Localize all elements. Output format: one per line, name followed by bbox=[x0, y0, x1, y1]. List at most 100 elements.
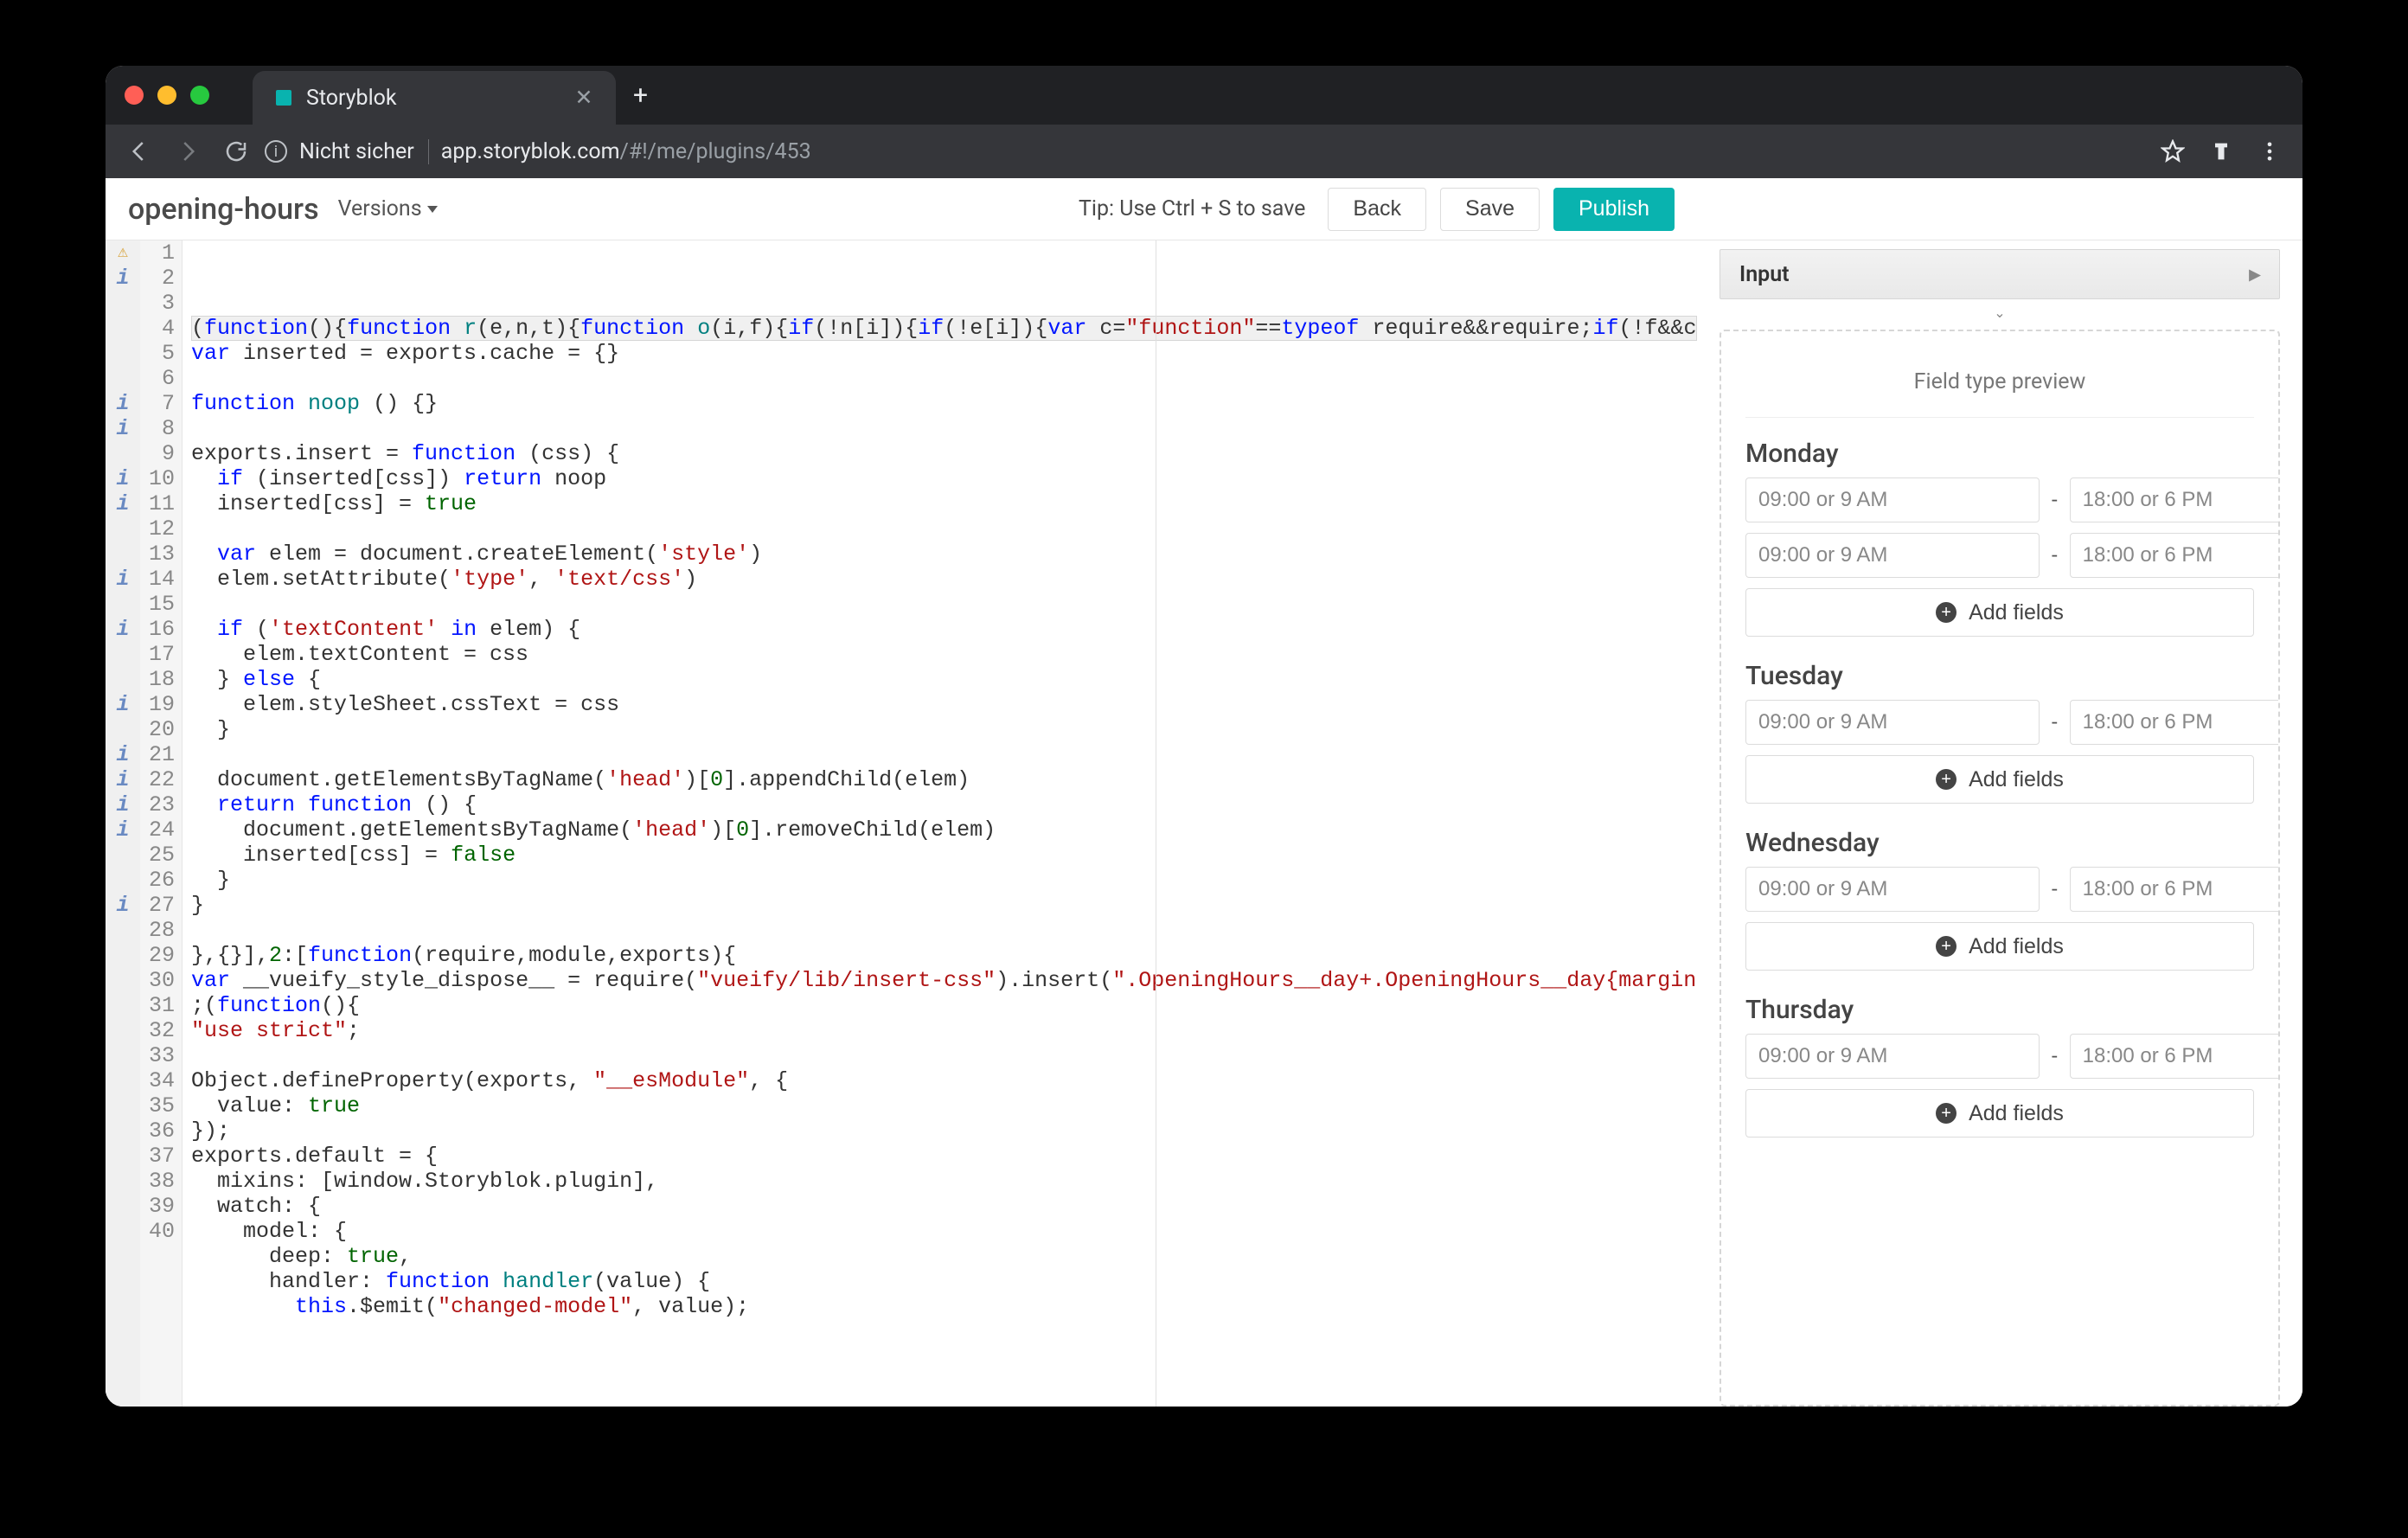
add-fields-button[interactable]: +Add fields bbox=[1745, 755, 2254, 804]
code-line[interactable]: if (inserted[css]) return noop bbox=[191, 466, 1697, 491]
open-time-input[interactable] bbox=[1745, 477, 2040, 522]
code-line[interactable]: } bbox=[191, 717, 1697, 742]
back-icon[interactable] bbox=[126, 138, 152, 164]
open-time-input[interactable] bbox=[1745, 867, 2040, 912]
close-time-input[interactable] bbox=[2070, 700, 2280, 745]
reload-icon[interactable] bbox=[223, 138, 249, 164]
editor-gutter: ⚠iiiiiiiiiiiii 1234567891011121314151617… bbox=[106, 240, 183, 1407]
code-line[interactable]: ;(function(){ bbox=[191, 993, 1697, 1018]
code-line[interactable] bbox=[191, 516, 1697, 542]
code-line[interactable]: document.getElementsByTagName('head')[0]… bbox=[191, 817, 1697, 843]
code-line[interactable]: document.getElementsByTagName('head')[0]… bbox=[191, 767, 1697, 792]
plus-icon: + bbox=[1936, 936, 1956, 957]
not-secure-label: Nicht sicher bbox=[299, 139, 429, 164]
code-line[interactable]: elem.styleSheet.cssText = css bbox=[191, 692, 1697, 717]
extensions-icon[interactable] bbox=[2209, 139, 2233, 163]
input-panel-header[interactable]: Input ▸ bbox=[1720, 249, 2280, 299]
code-line[interactable]: this.$emit("changed-model", value); bbox=[191, 1294, 1697, 1319]
versions-dropdown[interactable]: Versions bbox=[338, 196, 438, 221]
open-time-input[interactable] bbox=[1745, 700, 2040, 745]
code-line[interactable]: inserted[css] = true bbox=[191, 491, 1697, 516]
code-line[interactable]: inserted[css] = false bbox=[191, 843, 1697, 868]
code-line[interactable]: function noop () {} bbox=[191, 391, 1697, 416]
back-button[interactable]: Back bbox=[1328, 188, 1426, 231]
dash: - bbox=[2048, 877, 2061, 901]
close-tab-icon[interactable]: ✕ bbox=[573, 87, 595, 109]
input-panel-label: Input bbox=[1739, 262, 1790, 287]
code-editor[interactable]: ⚠iiiiiiiiiiiii 1234567891011121314151617… bbox=[106, 240, 1697, 1407]
code-line[interactable]: model: { bbox=[191, 1219, 1697, 1244]
dash: - bbox=[2048, 543, 2061, 567]
code-line[interactable]: var __vueify_style_dispose__ = require("… bbox=[191, 968, 1697, 993]
code-line[interactable]: if ('textContent' in elem) { bbox=[191, 617, 1697, 642]
collapse-icon[interactable]: ⌄ bbox=[1697, 304, 2302, 321]
time-row: - bbox=[1745, 1034, 2254, 1079]
maximize-window-icon[interactable] bbox=[190, 86, 209, 105]
day-block: Wednesday - + Add fields bbox=[1745, 828, 2254, 971]
add-fields-label: Add fields bbox=[1969, 934, 2064, 959]
code-line[interactable]: (function(){function r(e,n,t){function o… bbox=[191, 316, 1697, 341]
code-line[interactable] bbox=[191, 1043, 1697, 1068]
code-line[interactable] bbox=[191, 742, 1697, 767]
code-body[interactable]: (function(){function r(e,n,t){function o… bbox=[183, 240, 1697, 1407]
day-block: Thursday - +Add fields bbox=[1745, 995, 2254, 1137]
minimize-window-icon[interactable] bbox=[157, 86, 176, 105]
code-line[interactable]: return function () { bbox=[191, 792, 1697, 817]
code-line[interactable] bbox=[191, 592, 1697, 617]
code-line[interactable]: } else { bbox=[191, 667, 1697, 692]
day-name: Tuesday bbox=[1745, 661, 2254, 691]
chevron-down-icon bbox=[427, 206, 438, 213]
code-line[interactable]: "use strict"; bbox=[191, 1018, 1697, 1043]
day-name: Thursday bbox=[1745, 995, 2254, 1025]
code-line[interactable]: elem.textContent = css bbox=[191, 642, 1697, 667]
code-line[interactable]: exports.default = { bbox=[191, 1144, 1697, 1169]
tab-bar: Storyblok ✕ + bbox=[106, 66, 2302, 125]
close-window-icon[interactable] bbox=[125, 86, 144, 105]
code-line[interactable]: var inserted = exports.cache = {} bbox=[191, 341, 1697, 366]
code-line[interactable]: exports.insert = function (css) { bbox=[191, 441, 1697, 466]
add-fields-button[interactable]: + Add fields bbox=[1745, 922, 2254, 971]
code-line[interactable]: watch: { bbox=[191, 1194, 1697, 1219]
code-line[interactable]: } bbox=[191, 868, 1697, 893]
site-info-icon[interactable]: i bbox=[265, 140, 287, 163]
browser-tab[interactable]: Storyblok ✕ bbox=[253, 71, 616, 125]
forward-icon[interactable] bbox=[175, 138, 201, 164]
code-line[interactable]: mixins: [window.Storyblok.plugin], bbox=[191, 1169, 1697, 1194]
close-time-input[interactable] bbox=[2070, 1034, 2280, 1079]
day-block: Monday--+Add fields bbox=[1745, 439, 2254, 637]
open-time-input[interactable] bbox=[1745, 533, 2040, 578]
code-line[interactable]: elem.setAttribute('type', 'text/css') bbox=[191, 567, 1697, 592]
code-line[interactable]: var elem = document.createElement('style… bbox=[191, 542, 1697, 567]
open-time-input[interactable] bbox=[1745, 1034, 2040, 1079]
close-time-input[interactable] bbox=[2070, 867, 2280, 912]
code-line[interactable]: value: true bbox=[191, 1093, 1697, 1118]
day-block: Tuesday-+Add fields bbox=[1745, 661, 2254, 804]
code-line[interactable] bbox=[191, 918, 1697, 943]
day-name: Wednesday bbox=[1745, 828, 2254, 858]
code-line[interactable]: }); bbox=[191, 1118, 1697, 1144]
address-field[interactable]: i Nicht sicher app.storyblok.com/#!/me/p… bbox=[265, 139, 2145, 164]
save-button[interactable]: Save bbox=[1440, 188, 1540, 231]
menu-icon[interactable] bbox=[2258, 139, 2282, 163]
code-line[interactable]: deep: true, bbox=[191, 1244, 1697, 1269]
dash: - bbox=[2048, 488, 2061, 512]
add-fields-button[interactable]: +Add fields bbox=[1745, 588, 2254, 637]
code-line[interactable]: },{}],2:[function(require,module,exports… bbox=[191, 943, 1697, 968]
close-time-input[interactable] bbox=[2070, 533, 2280, 578]
code-line[interactable]: handler: function handler(value) { bbox=[191, 1269, 1697, 1294]
storyblok-favicon bbox=[273, 87, 294, 108]
time-row: - bbox=[1745, 533, 2254, 578]
code-line[interactable]: } bbox=[191, 893, 1697, 918]
add-fields-label: Add fields bbox=[1969, 600, 2064, 625]
browser-window: Storyblok ✕ + i Nicht sicher app.storybl… bbox=[106, 66, 2302, 1407]
code-line[interactable] bbox=[191, 416, 1697, 441]
page-header: opening-hours Versions Tip: Use Ctrl + S… bbox=[106, 178, 1697, 240]
publish-button[interactable]: Publish bbox=[1553, 188, 1675, 231]
new-tab-icon[interactable]: + bbox=[633, 80, 648, 111]
add-fields-button[interactable]: +Add fields bbox=[1745, 1089, 2254, 1137]
code-line[interactable] bbox=[191, 366, 1697, 391]
close-time-input[interactable] bbox=[2070, 477, 2280, 522]
star-icon[interactable] bbox=[2161, 139, 2185, 163]
versions-label: Versions bbox=[338, 196, 422, 221]
code-line[interactable]: Object.defineProperty(exports, "__esModu… bbox=[191, 1068, 1697, 1093]
